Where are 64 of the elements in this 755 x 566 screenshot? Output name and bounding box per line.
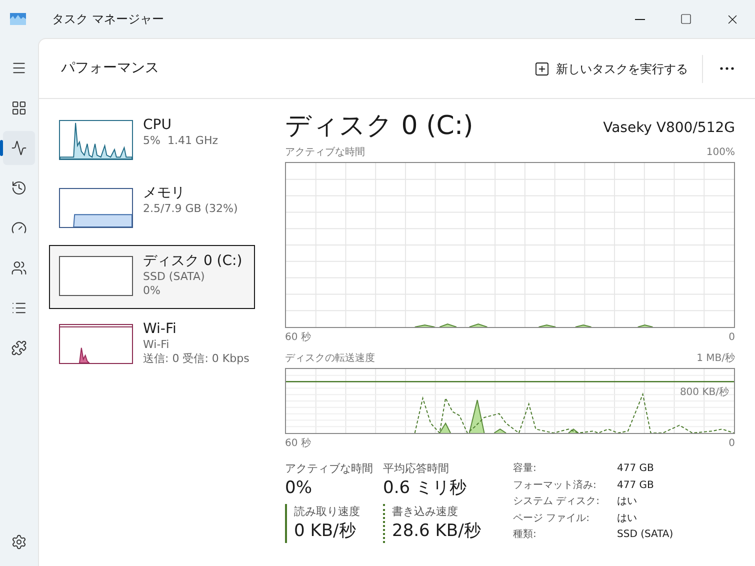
chart-threshold-label: 800 KB/秒 (680, 386, 729, 400)
users-icon (11, 260, 27, 276)
device-name: メモリ (143, 184, 186, 202)
page-title: パフォーマンス (61, 59, 159, 78)
new-task-icon (534, 60, 550, 76)
menu-icon (11, 60, 27, 76)
device-info: 0% (143, 284, 162, 298)
device-list-item[interactable]: CPU 5% 1.41 GHz (49, 109, 255, 173)
chart-label: ディスクの転送速度 (285, 352, 375, 366)
property-value: 477 GB (617, 462, 655, 476)
time-axis-label: 60 秒 (285, 330, 311, 345)
maximize-icon (680, 13, 692, 25)
disk-model: Vaseky V800/512G (603, 119, 735, 138)
settings-icon (11, 534, 27, 550)
clock-icon (11, 180, 27, 196)
network-graph-icon (59, 324, 133, 364)
device-info: 5% 1.41 GHz (143, 134, 218, 148)
device-list-item[interactable]: メモリ 2.5/7.9 GB (32%) (49, 177, 255, 241)
puzzle-icon (11, 340, 27, 356)
stat-label: 平均応答時間 (383, 461, 450, 476)
grid-icon (11, 100, 27, 116)
stat-value: 28.6 KB/秒 (392, 520, 482, 543)
stat-value: 0% (285, 477, 313, 500)
minimize-icon (635, 18, 645, 20)
gauge-icon (11, 220, 27, 236)
pulse-button[interactable] (3, 131, 35, 165)
stat-value: 0 KB/秒 (294, 520, 357, 543)
device-info: SSD (SATA) (143, 270, 206, 284)
device-info: Wi-Fi (143, 338, 170, 352)
time-axis-label: 0 (728, 437, 735, 451)
app-logo-icon (10, 13, 26, 25)
stat-label: 読み取り速度 (294, 504, 361, 519)
device-list-item[interactable]: Wi-Fi Wi-Fi 送信: 0 受信: 0 Kbps (49, 313, 255, 377)
stat-label: アクティブな時間 (285, 461, 374, 476)
property-value: はい (617, 495, 638, 510)
device-name: ディスク 0 (C:) (143, 252, 242, 270)
stat-label: 書き込み速度 (392, 504, 459, 519)
time-axis-label: 60 秒 (285, 436, 311, 451)
property-label: ページ ファイル: (513, 512, 591, 526)
window-title: タスク マネージャー (52, 11, 164, 28)
time-axis-label: 0 (728, 331, 735, 345)
property-value: 477 GB (617, 478, 655, 493)
cpu-graph-icon (59, 120, 133, 160)
chart-max-label: 1 MB/秒 (696, 352, 735, 366)
pulse-icon (11, 140, 27, 156)
property-value: SSD (SATA) (617, 528, 674, 542)
property-label: 容量: (513, 462, 538, 476)
disk-title: ディスク 0 (C:) (285, 110, 474, 143)
device-list-item[interactable]: ディスク 0 (C:) SSD (SATA) 0% (49, 245, 255, 309)
more-icon (720, 67, 734, 70)
run-new-task-button[interactable]: 新しいタスクを実行する (526, 52, 696, 84)
device-name: Wi-Fi (143, 320, 178, 338)
property-label: フォーマット済み: (513, 478, 598, 493)
property-value: はい (617, 512, 638, 526)
disk-graph-icon (59, 256, 133, 296)
chart-label: アクティブな時間 (285, 146, 365, 160)
chart-max-label: 100% (706, 146, 735, 160)
selection-indicator (0, 140, 3, 156)
memory-graph-icon (59, 188, 133, 228)
device-name: CPU (143, 116, 172, 134)
stat-value: 0.6 ミリ秒 (383, 477, 468, 500)
device-info: 2.5/7.9 GB (32%) (143, 202, 238, 216)
property-label: 種類: (513, 528, 538, 542)
property-label: システム ディスク: (513, 495, 601, 510)
